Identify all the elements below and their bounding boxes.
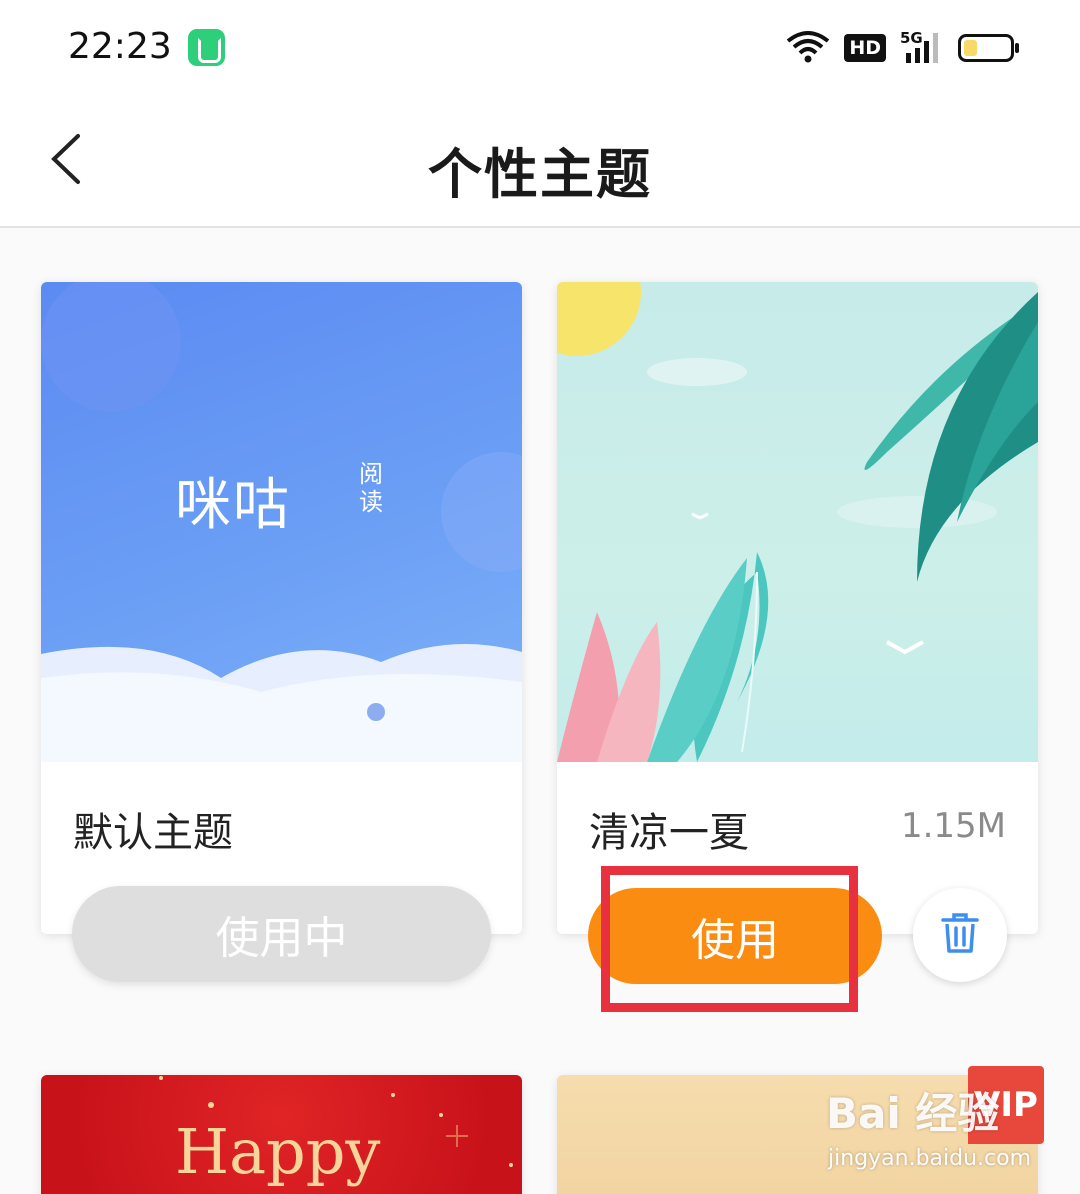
cover-happy-text: Happy [175, 1115, 381, 1188]
watermark-logo: Bai 经验 [826, 1089, 1000, 1138]
in-use-button: 使用中 [72, 886, 491, 982]
theme-cover-default: 咪咕 阅读 [41, 282, 522, 762]
status-time: 22:23 [68, 26, 172, 67]
theme-name: 清凉一夏 [589, 810, 749, 856]
hd-icon: HD [844, 34, 886, 62]
system-icons: HD 5G [786, 29, 1019, 67]
page-title: 个性主题 [428, 142, 652, 206]
theme-card-happy[interactable]: Happy [41, 1075, 522, 1194]
theme-cover-happy: Happy [41, 1075, 522, 1194]
theme-cover-summer [557, 282, 1038, 762]
logo-text: 咪咕 [175, 473, 291, 538]
cellular-signal-icon: 5G [900, 29, 944, 67]
battery-level [964, 40, 977, 56]
battery-icon [958, 34, 1019, 62]
delete-theme-button[interactable] [913, 888, 1007, 982]
header: 个性主题 [0, 96, 1080, 228]
status-bar: 22:23 HD 5G [0, 0, 1080, 96]
theme-card-summer[interactable]: 清凉一夏 1.15M [557, 282, 1038, 934]
highlight-annotation [601, 866, 858, 1012]
app-icon [188, 29, 225, 66]
network-type-label: 5G [900, 29, 923, 47]
trash-icon [940, 911, 980, 959]
logo-subtext: 阅读 [359, 460, 383, 516]
wifi-icon [786, 29, 830, 67]
watermark-url: jingyan.baidu.com [828, 1146, 1032, 1171]
theme-size: 1.15M [900, 806, 1006, 846]
summer-illustration [557, 282, 1038, 762]
theme-name: 默认主题 [73, 810, 233, 856]
theme-card-default[interactable]: 咪咕 阅读 默认主题 [41, 282, 522, 934]
